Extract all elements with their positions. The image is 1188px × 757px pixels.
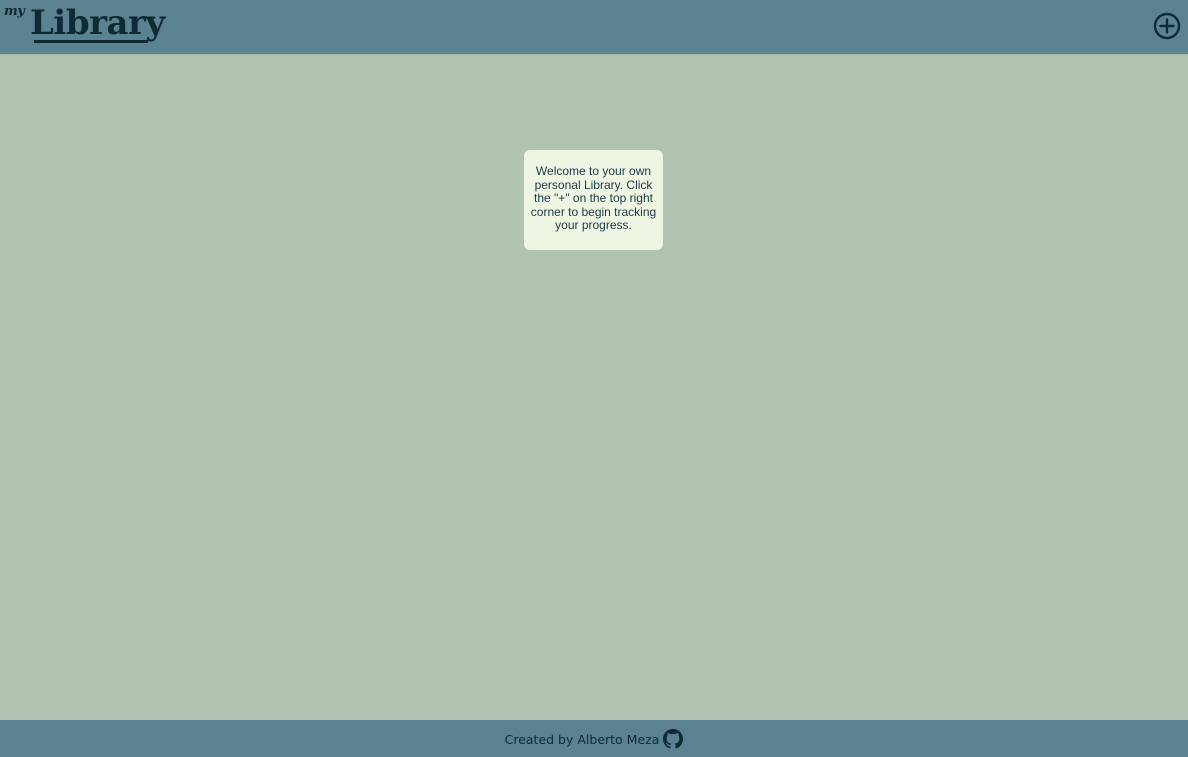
plus-circle-icon (1153, 12, 1181, 40)
welcome-card: Welcome to your own personal Library. Cl… (524, 150, 663, 250)
welcome-message: Welcome to your own personal Library. Cl… (530, 164, 657, 232)
github-icon (663, 728, 684, 749)
footer-credit: Created by Alberto Meza (504, 732, 660, 747)
app-header: my Library (0, 0, 1188, 54)
logo-library-text: Library (30, 3, 165, 43)
github-link[interactable] (663, 728, 684, 749)
add-book-button[interactable] (1153, 12, 1181, 40)
app-footer: Created by Alberto Meza (0, 720, 1188, 757)
logo-my-text: my (4, 4, 25, 19)
logo-underline (34, 40, 148, 43)
